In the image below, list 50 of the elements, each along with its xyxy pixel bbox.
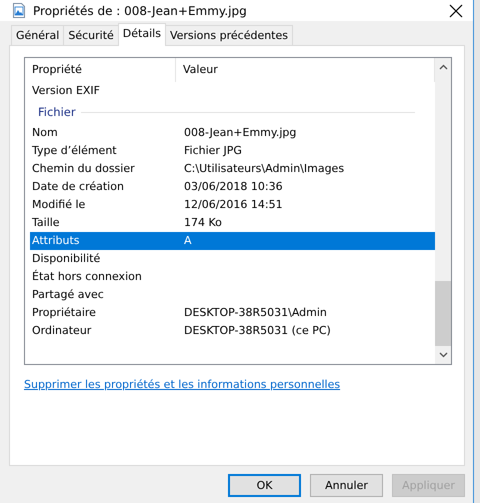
property-value: DESKTOP-38R5031\Admin bbox=[183, 305, 327, 321]
property-row[interactable]: Disponibilité bbox=[30, 250, 435, 268]
property-name: Type d’élément bbox=[31, 143, 118, 159]
property-row[interactable]: Ordinateur DESKTOP-38R5031 (ce PC) bbox=[30, 322, 435, 340]
property-row[interactable]: Propriétaire DESKTOP-38R5031\Admin bbox=[30, 304, 435, 322]
dialog-button[interactable]: Annuler bbox=[310, 474, 383, 497]
property-value: DESKTOP-38R5031 (ce PC) bbox=[183, 323, 331, 339]
property-row[interactable]: Modifié le 12/06/2016 14:51 bbox=[30, 196, 435, 214]
property-row[interactable]: Taille 174 Ko bbox=[30, 214, 435, 232]
property-name: Ordinateur bbox=[31, 323, 92, 339]
tab[interactable]: Général bbox=[11, 25, 64, 45]
property-value: Fichier JPG bbox=[183, 143, 242, 159]
property-value: A bbox=[183, 233, 192, 249]
group-heading: Fichier bbox=[38, 105, 76, 119]
property-name: Nom bbox=[31, 125, 59, 141]
dialog-button[interactable]: OK bbox=[228, 474, 301, 497]
property-name: Disponibilité bbox=[31, 251, 102, 267]
tab[interactable]: Versions précédentes bbox=[164, 25, 293, 45]
property-name: Chemin du dossier bbox=[31, 161, 136, 177]
window-title: Propriétés de : 008-Jean+Emmy.jpg bbox=[33, 4, 248, 18]
property-row[interactable]: Version EXIF bbox=[30, 82, 435, 100]
tab[interactable]: Détails bbox=[118, 23, 166, 46]
property-name: Modifié le bbox=[31, 197, 86, 213]
property-row[interactable]: Date de création 03/06/2018 10:36 bbox=[30, 178, 435, 196]
property-name: Attributs bbox=[31, 233, 81, 249]
property-name: État hors connexion bbox=[31, 268, 143, 285]
property-row[interactable]: Partagé avec bbox=[30, 286, 435, 304]
scroll-up-icon[interactable] bbox=[438, 64, 448, 70]
column-header[interactable]: Propriété bbox=[25, 58, 176, 82]
property-name: Partagé avec bbox=[31, 287, 105, 303]
property-value: 03/06/2018 10:36 bbox=[183, 179, 283, 195]
property-row[interactable]: Nom 008-Jean+Emmy.jpg bbox=[30, 124, 435, 142]
property-row[interactable]: État hors connexion bbox=[30, 268, 435, 286]
property-row[interactable]: Attributs A bbox=[30, 232, 435, 250]
property-row[interactable]: Type d’élément Fichier JPG bbox=[30, 142, 435, 160]
property-value: 008-Jean+Emmy.jpg bbox=[183, 125, 296, 141]
property-name: Propriétaire bbox=[31, 305, 97, 321]
remove-properties-link[interactable]: Supprimer les propriétés et les informations personnelles bbox=[24, 378, 340, 391]
close-icon[interactable] bbox=[449, 4, 463, 18]
property-name: Date de création bbox=[31, 179, 125, 195]
property-value: C:\Utilisateurs\Admin\Images bbox=[183, 161, 344, 177]
scrollbar[interactable] bbox=[435, 58, 451, 364]
scroll-thumb[interactable] bbox=[435, 281, 451, 346]
property-name: Version EXIF bbox=[31, 83, 102, 99]
scroll-down-icon[interactable] bbox=[438, 352, 448, 358]
property-value: 12/06/2016 14:51 bbox=[183, 197, 283, 213]
image-file-icon bbox=[13, 3, 25, 18]
property-value: 174 Ko bbox=[183, 215, 222, 231]
property-row[interactable]: Chemin du dossier C:\Utilisateurs\Admin\Images bbox=[30, 160, 435, 178]
property-name: Taille bbox=[31, 215, 61, 231]
